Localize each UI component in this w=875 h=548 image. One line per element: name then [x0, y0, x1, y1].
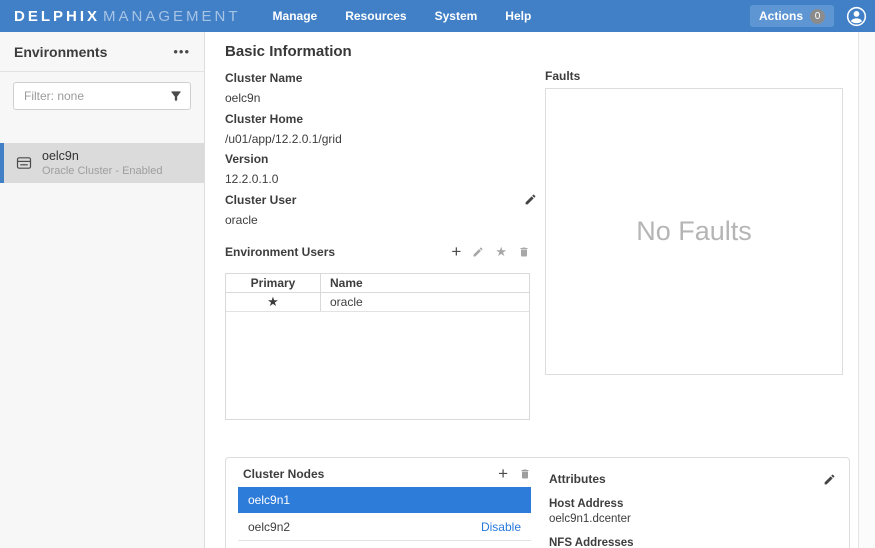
filter-funnel-icon[interactable]	[169, 89, 183, 103]
environment-users-toolbar: + ★	[451, 243, 530, 260]
primary-star-icon: ★	[267, 294, 279, 310]
field-label: Cluster User	[225, 190, 537, 210]
column-header-name: Name	[321, 276, 529, 290]
primary-cell: ★	[226, 293, 321, 311]
field-value: 12.2.0.1.0	[225, 169, 537, 189]
actions-button-label: Actions	[759, 9, 803, 23]
environment-users-title: Environment Users	[225, 245, 335, 259]
edit-user-icon[interactable]	[472, 246, 484, 258]
add-user-icon[interactable]: +	[451, 243, 461, 260]
cluster-nodes-card: Cluster Nodes + oelc9n1 oelc9n2 Disable	[225, 457, 850, 548]
edit-cluster-user-icon[interactable]	[524, 193, 537, 206]
navbar-right: Actions 0	[750, 5, 868, 28]
nav-system[interactable]: System	[421, 9, 492, 23]
filter-container	[13, 82, 191, 110]
field-cluster-home: Cluster Home /u01/app/12.2.0.1/grid	[225, 109, 537, 150]
env-item-text: oelc9n Oracle Cluster - Enabled	[42, 149, 162, 177]
user-avatar-icon[interactable]	[845, 5, 868, 28]
node-row-oelc9n1[interactable]: oelc9n1	[238, 487, 531, 513]
name-cell: oracle	[321, 295, 529, 309]
environment-users-table: Primary Name ★ oracle	[225, 273, 530, 420]
delete-user-icon[interactable]	[518, 246, 530, 258]
field-version: Version 12.2.0.1.0	[225, 149, 537, 190]
basic-info-fields: Cluster Name oelc9n Cluster Home /u01/ap…	[225, 68, 537, 230]
faults-panel: No Faults	[545, 88, 843, 375]
field-label: Version	[225, 149, 537, 169]
table-row[interactable]: ★ oracle	[226, 293, 529, 312]
edit-attributes-icon[interactable]	[823, 473, 836, 486]
env-item-subtitle: Oracle Cluster - Enabled	[42, 165, 162, 177]
top-navbar: DELPHIXMANAGEMENT Manage Resources Syste…	[0, 0, 875, 32]
filter-input[interactable]	[13, 82, 191, 110]
cluster-nodes-header: Cluster Nodes +	[243, 465, 531, 482]
cluster-node-list: oelc9n1 oelc9n2 Disable	[238, 487, 531, 541]
nfs-addresses-label: NFS Addresses	[549, 537, 836, 548]
column-header-primary: Primary	[226, 274, 321, 292]
actions-count-badge: 0	[810, 9, 825, 24]
environment-users-header: Environment Users + ★	[225, 243, 530, 260]
no-faults-text: No Faults	[636, 216, 752, 247]
sidebar-item-oelc9n[interactable]: oelc9n Oracle Cluster - Enabled	[0, 143, 204, 183]
disable-node-link[interactable]: Disable	[481, 520, 521, 534]
field-value: /u01/app/12.2.0.1/grid	[225, 129, 537, 149]
overflow-menu-icon[interactable]: •••	[173, 45, 190, 58]
page-title: Basic Information	[225, 43, 352, 60]
node-row-oelc9n2[interactable]: oelc9n2 Disable	[238, 513, 531, 541]
main-content: Basic Information Cluster Name oelc9n Cl…	[205, 32, 858, 548]
set-primary-user-icon[interactable]: ★	[495, 245, 507, 258]
cluster-nodes-toolbar: +	[498, 465, 531, 482]
cluster-icon	[16, 155, 32, 171]
attributes-title: Attributes	[549, 472, 606, 486]
app-logo[interactable]: DELPHIXMANAGEMENT	[14, 8, 241, 25]
host-address-label: Host Address	[549, 498, 836, 510]
brand-management: MANAGEMENT	[103, 8, 241, 25]
sidebar-header: Environments •••	[0, 32, 204, 72]
nav-help[interactable]: Help	[491, 9, 545, 23]
actions-button[interactable]: Actions 0	[750, 5, 834, 27]
main-menu: Manage Resources System Help	[259, 0, 546, 32]
node-name: oelc9n2	[248, 520, 290, 534]
attributes-header: Attributes	[549, 472, 836, 486]
add-node-icon[interactable]: +	[498, 465, 508, 482]
host-address-value: oelc9n1.dcenter	[549, 513, 836, 525]
delete-node-icon[interactable]	[519, 468, 531, 480]
cluster-nodes-title: Cluster Nodes	[243, 467, 324, 481]
field-value: oelc9n	[225, 88, 537, 108]
nav-manage[interactable]: Manage	[259, 9, 332, 23]
field-value: oracle	[225, 210, 537, 230]
field-label: Cluster Name	[225, 68, 537, 88]
faults-title: Faults	[545, 69, 580, 83]
vertical-scrollbar[interactable]	[858, 32, 875, 548]
sidebar-title: Environments	[14, 44, 107, 60]
table-header-row: Primary Name	[226, 274, 529, 293]
attributes-section: Attributes Host Address oelc9n1.dcenter …	[549, 472, 836, 548]
environments-sidebar: Environments ••• oelc9n Oracle Cluster -…	[0, 32, 205, 548]
env-item-name: oelc9n	[42, 149, 162, 163]
node-name: oelc9n1	[248, 493, 290, 507]
field-cluster-user: Cluster User oracle	[225, 190, 537, 231]
nav-resources[interactable]: Resources	[331, 9, 420, 23]
brand-delphix: DELPHIX	[14, 8, 100, 25]
field-label: Cluster Home	[225, 109, 537, 129]
field-cluster-name: Cluster Name oelc9n	[225, 68, 537, 109]
